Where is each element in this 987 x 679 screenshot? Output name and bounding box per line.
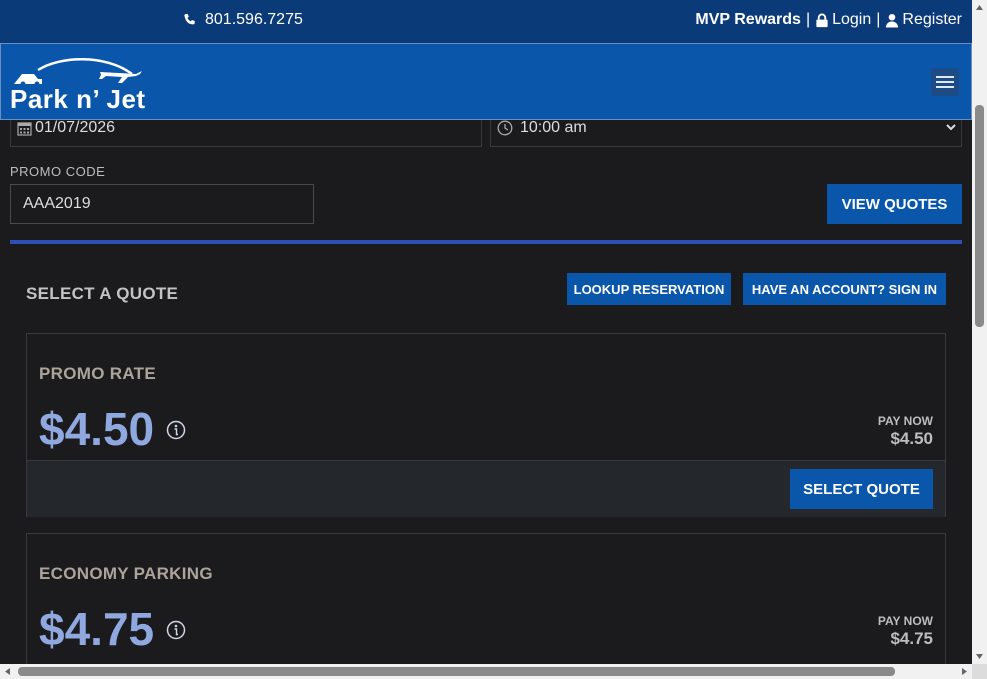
time-value: 10:00 am xyxy=(520,119,587,136)
menu-button[interactable] xyxy=(931,68,959,96)
hamburger-line xyxy=(936,81,954,83)
quote-card-economy-parking: ECONOMY PARKING $4.75 PAY NOW $4.75 xyxy=(26,533,946,673)
vertical-scrollbar[interactable] xyxy=(972,0,987,664)
quote-name: ECONOMY PARKING xyxy=(39,564,213,583)
account-links: MVP Rewards | Login | Register xyxy=(695,11,962,29)
phone-link[interactable]: 801.596.7275 xyxy=(183,11,303,29)
pay-now-value: $4.50 xyxy=(890,429,933,448)
login-label: Login xyxy=(832,11,872,28)
select-quote-heading: SELECT A QUOTE xyxy=(26,284,179,303)
logo-text: Park n’ Jet xyxy=(10,84,146,114)
horizontal-scroll-thumb[interactable] xyxy=(18,667,895,676)
select-quote-button[interactable]: SELECT QUOTE xyxy=(790,469,933,509)
pay-now-value: $4.75 xyxy=(890,629,933,648)
quote-card-footer: SELECT QUOTE xyxy=(27,460,945,517)
separator: | xyxy=(876,11,881,28)
calendar-icon xyxy=(17,122,32,136)
quote-name: PROMO RATE xyxy=(39,364,156,383)
quote-card-promo-rate: PROMO RATE $4.50 PAY NOW $4.50 SELECT QU… xyxy=(26,333,946,517)
section-divider xyxy=(10,240,962,244)
scroll-up-arrow-icon[interactable] xyxy=(975,3,984,12)
view-quotes-button[interactable]: VIEW QUOTES xyxy=(827,184,962,224)
scroll-left-arrow-icon[interactable] xyxy=(3,667,12,676)
pay-now-label: PAY NOW xyxy=(877,614,933,628)
user-icon xyxy=(886,13,899,28)
vertical-scroll-thumb[interactable] xyxy=(975,105,984,327)
quote-price: $4.75 xyxy=(39,603,155,655)
promo-code-label: PROMO CODE xyxy=(10,164,106,179)
register-label: Register xyxy=(902,11,962,28)
scroll-down-arrow-icon[interactable] xyxy=(975,652,984,661)
login-link[interactable]: Login xyxy=(815,11,871,29)
info-icon[interactable] xyxy=(166,420,186,440)
horizontal-scrollbar[interactable] xyxy=(0,664,972,679)
phone-icon xyxy=(184,14,195,25)
chevron-down-icon xyxy=(946,124,956,131)
lookup-reservation-button[interactable]: LOOKUP RESERVATION xyxy=(567,273,731,305)
phone-number: 801.596.7275 xyxy=(205,11,303,28)
scrollbar-corner xyxy=(972,664,987,679)
mvp-rewards-link[interactable]: MVP Rewards xyxy=(695,11,801,29)
lock-icon xyxy=(816,13,828,27)
hamburger-icon xyxy=(936,76,954,78)
sign-in-button[interactable]: HAVE AN ACCOUNT? SIGN IN xyxy=(743,273,946,305)
quote-price: $4.50 xyxy=(39,403,155,455)
scroll-right-arrow-icon[interactable] xyxy=(960,667,969,676)
info-icon[interactable] xyxy=(166,620,186,640)
top-bar: 801.596.7275 MVP Rewards | Login | Regis… xyxy=(0,0,972,43)
pay-now-label: PAY NOW xyxy=(877,414,933,428)
date-value: 01/07/2026 xyxy=(35,119,116,136)
promo-code-input[interactable]: AAA2019 xyxy=(10,184,314,224)
separator: | xyxy=(805,11,811,28)
register-link[interactable]: Register xyxy=(885,11,962,29)
site-header: Park n’ Jet xyxy=(0,43,972,120)
clock-icon xyxy=(497,120,513,136)
hamburger-line xyxy=(936,86,954,88)
